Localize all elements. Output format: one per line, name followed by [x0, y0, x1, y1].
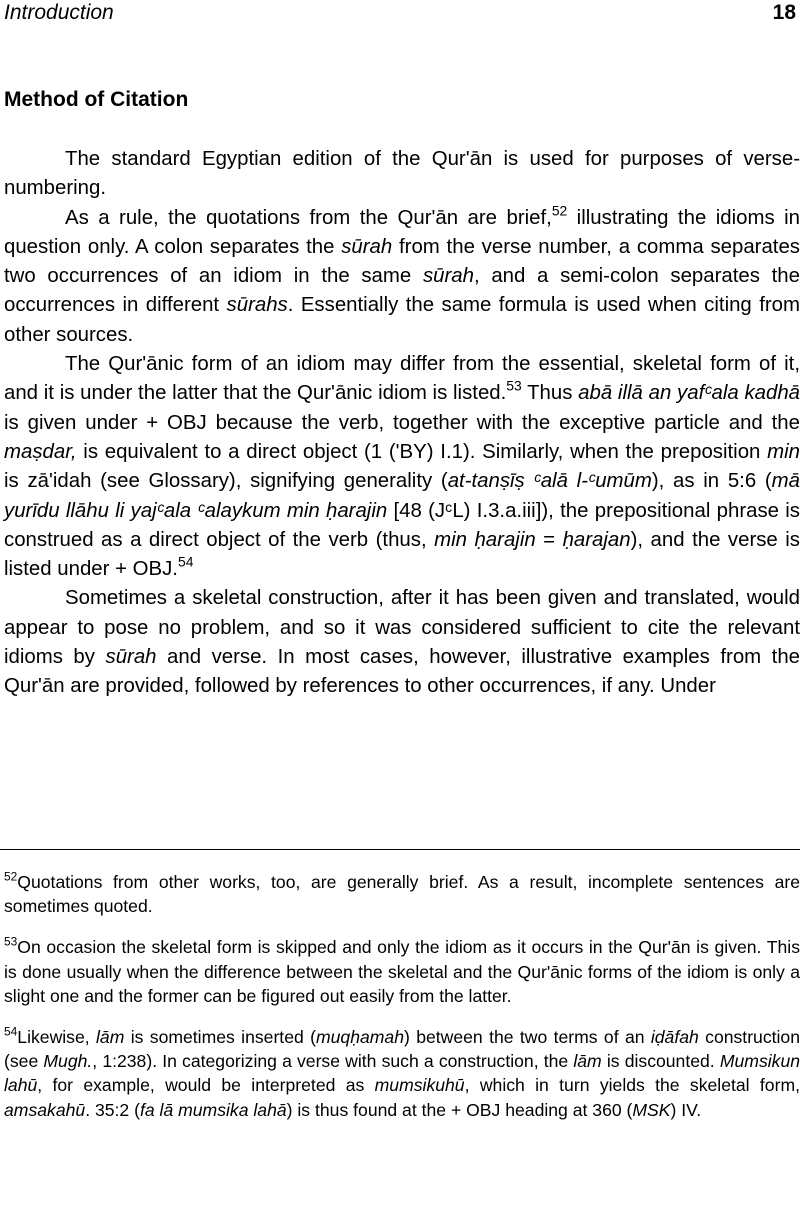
paragraph-3: The Qur'ānic form of an idiom may differ…	[4, 353, 800, 581]
paragraph-4: Sometimes a skeletal construction, after…	[4, 587, 800, 698]
paragraph-1: The standard Egyptian edition of the Qur…	[4, 148, 800, 200]
footnote-53: 53On occasion the skeletal form is skipp…	[4, 935, 800, 1006]
footnote-ref-53: 53	[506, 377, 522, 394]
book-page: Introduction 18 Method of Citation The s…	[0, 0, 800, 1213]
footnote-52: 52Quotations from other works, too, are …	[4, 869, 800, 917]
body-text: The standard Egyptian edition of the Qur…	[4, 145, 800, 702]
footnote-number: 52	[4, 869, 18, 884]
footnote-54: 54Likewise, lām is sometimes inserted (m…	[4, 1024, 800, 1120]
section-heading: Method of Citation	[4, 88, 189, 111]
footnote-number: 53	[4, 935, 18, 949]
footnote-rule	[0, 849, 800, 850]
page-number: 18	[772, 1, 796, 24]
paragraph-2: As a rule, the quotations from the Qur'ā…	[4, 202, 800, 346]
footnote-ref-54: 54	[177, 553, 194, 570]
footnotes: 52Quotations from other works, too, are …	[4, 870, 800, 1139]
running-title: Introduction	[4, 1, 114, 24]
footnote-number: 54	[4, 1024, 18, 1039]
running-head: Introduction 18	[4, 0, 796, 26]
footnote-ref-52: 52	[551, 202, 568, 218]
